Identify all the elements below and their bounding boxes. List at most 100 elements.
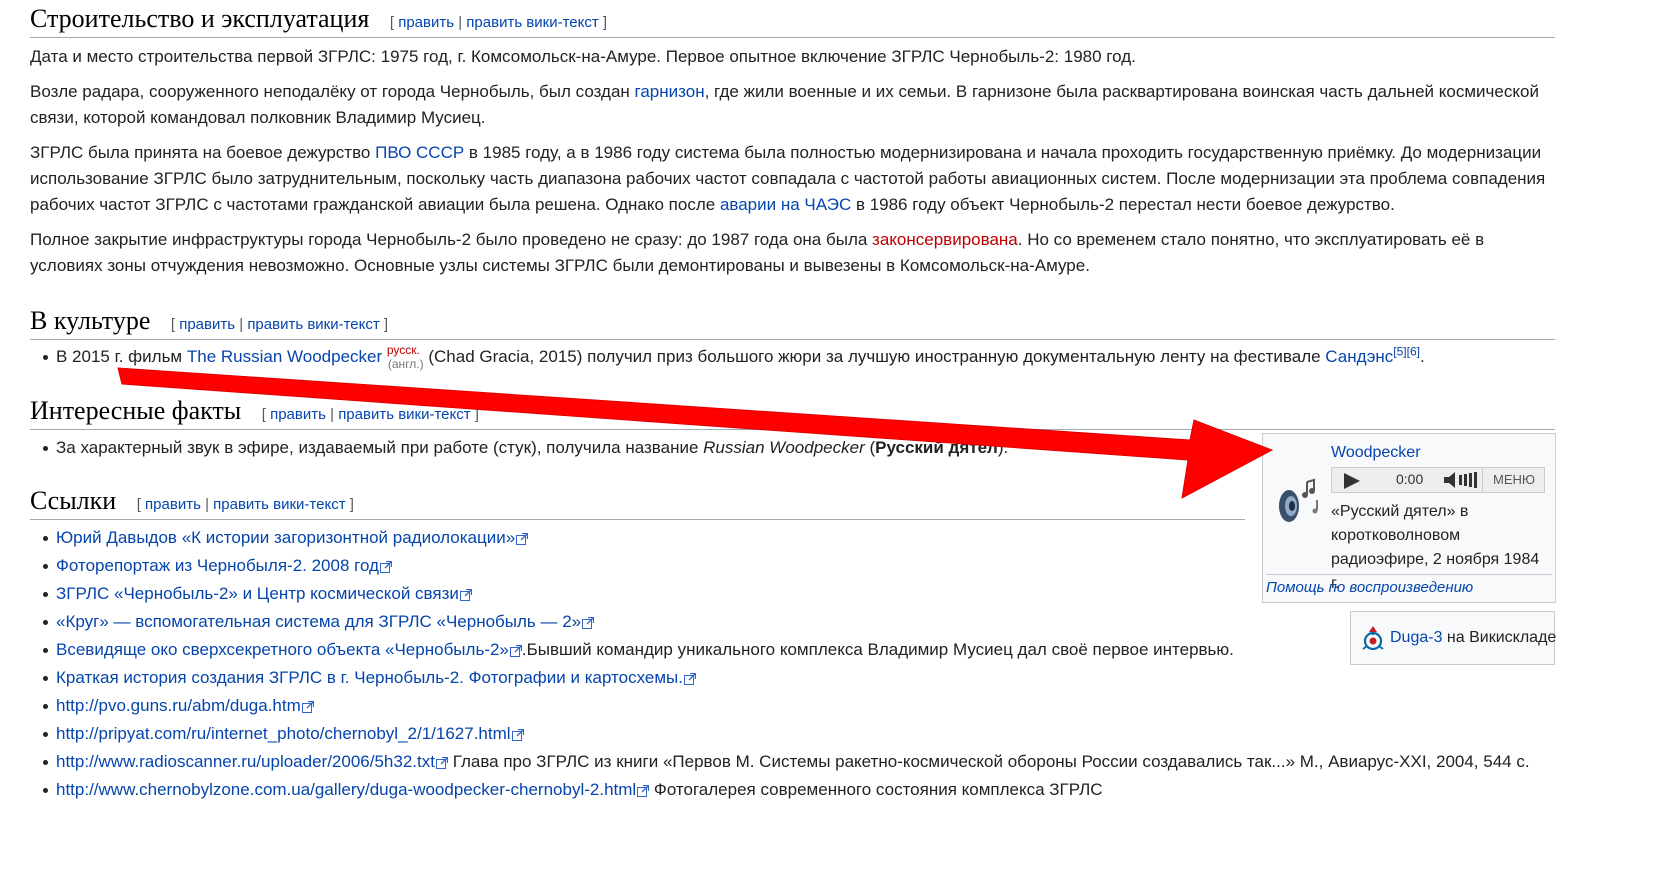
list-item: http://pripyat.com/ru/internet_photo/che…	[30, 720, 1555, 748]
external-link[interactable]: ЗГРЛС «Чернобыль-2» и Центр космической …	[56, 584, 459, 603]
link-pvo[interactable]: ПВО СССР	[375, 143, 464, 162]
audio-box: Woodpecker 0:00 МЕНЮ «Русский дятел» в к…	[1262, 433, 1556, 603]
separator: |	[239, 316, 244, 333]
edit-wiki-link[interactable]: править вики-текст	[466, 14, 598, 31]
ilh-ru[interactable]: русск.	[387, 343, 420, 357]
speaker-icon	[1279, 478, 1318, 522]
link-description: .Бывший командир уникального комплекса В…	[521, 640, 1234, 659]
ilh-en[interactable]: (англ.)	[388, 357, 424, 371]
external-link[interactable]: http://pvo.guns.ru/abm/duga.htm	[56, 696, 301, 715]
section-heading-culture: В культуре [ править | править вики-текс…	[30, 306, 1555, 340]
text: За характерный звук в эфире, издаваемый …	[56, 438, 704, 457]
bracket-open: [	[170, 316, 176, 333]
external-link-icon	[459, 588, 472, 601]
paragraph-1: Дата и место строительства первой ЗГРЛС:…	[30, 47, 1136, 66]
edit-section-links: [ править | править вики-текст ]	[137, 496, 354, 513]
list-item: В 2015 г. фильм The Russian Woodpecker р…	[30, 343, 1555, 371]
italic-text: Russian Woodpecker	[703, 438, 865, 457]
commons-link[interactable]: Duga-3	[1390, 629, 1442, 646]
edit-section-links: [ править | править вики-текст ]	[262, 406, 479, 423]
external-link-icon	[511, 728, 524, 741]
section-heading-text: В культуре	[30, 306, 151, 335]
bracket-open: [	[136, 496, 141, 513]
bold-text: Русский дятел	[875, 438, 998, 457]
volume-icon[interactable]	[1444, 472, 1478, 488]
text: .	[1419, 347, 1425, 366]
edit-wiki-link[interactable]: править вики-текст	[247, 316, 379, 333]
list-item: Всевидяще око сверхсекретного объекта «Ч…	[30, 636, 1555, 664]
audio-title-link[interactable]: Woodpecker	[1331, 444, 1421, 462]
playback-help-link[interactable]: Помощь по воспроизведению	[1266, 574, 1552, 596]
external-link-icon	[435, 756, 448, 769]
arrow-shape	[117, 367, 1274, 499]
bracket-close: ]	[383, 316, 389, 333]
paragraph-2: Возле радара, сооруженного неподалёку от…	[30, 79, 1555, 131]
link-russian-woodpecker[interactable]: The Russian Woodpecker	[187, 347, 382, 366]
list-item: http://www.radioscanner.ru/uploader/2006…	[30, 748, 1555, 776]
link-description: Фотогалерея современного состояния компл…	[649, 780, 1103, 799]
external-link-icon	[379, 560, 392, 573]
culture-list: В 2015 г. фильм The Russian Woodpecker р…	[30, 343, 1555, 371]
edit-section-links: [ править | править вики-текст ]	[390, 14, 607, 31]
link-chaes[interactable]: аварии на ЧАЭС	[720, 195, 851, 214]
section-heading-construction: Строительство и эксплуатация [ править |…	[30, 4, 1555, 38]
external-link[interactable]: http://pripyat.com/ru/internet_photo/che…	[56, 724, 511, 743]
menu-button[interactable]: МЕНЮ	[1482, 468, 1545, 492]
list-item: http://pvo.guns.ru/abm/duga.htm	[30, 692, 1555, 720]
bracket-close: ]	[602, 14, 608, 31]
section-heading-text: Интересные факты	[30, 396, 242, 425]
link-garrison[interactable]: гарнизон	[635, 82, 705, 101]
audio-player[interactable]: 0:00 МЕНЮ	[1331, 467, 1545, 493]
wikimedia-commons-icon	[1362, 626, 1384, 651]
external-link-icon	[301, 700, 314, 713]
edit-wiki-link[interactable]: править вики-текст	[213, 496, 345, 513]
redlink-conserved[interactable]: законсервирована	[872, 230, 1018, 249]
interlanguage-hint: русск.(англ.)	[387, 343, 424, 371]
time-display: 0:00	[1396, 471, 1424, 487]
edit-link[interactable]: править	[270, 406, 326, 423]
ref-5[interactable]: [5]	[1393, 344, 1406, 358]
external-link[interactable]: http://www.chernobylzone.com.ua/gallery/…	[56, 780, 636, 799]
section-heading-text: Ссылки	[30, 486, 117, 515]
separator: |	[330, 406, 335, 423]
list-item: http://www.chernobylzone.com.ua/gallery/…	[30, 776, 1555, 804]
text: (	[864, 438, 876, 457]
external-link-icon	[516, 532, 529, 545]
edit-link[interactable]: править	[145, 496, 201, 513]
external-link[interactable]: Всевидяще око сверхсекретного объекта «Ч…	[56, 640, 509, 659]
text: В 2015 г. фильм	[56, 347, 187, 366]
separator: |	[458, 14, 463, 31]
link-sundance[interactable]: Сандэнс	[1325, 347, 1393, 366]
text: Полное закрытие инфраструктуры города Че…	[30, 230, 873, 249]
play-icon[interactable]	[1344, 473, 1360, 489]
bracket-open: [	[261, 406, 266, 423]
separator: |	[205, 496, 209, 513]
external-link[interactable]: http://www.radioscanner.ru/uploader/2006…	[56, 752, 435, 771]
ref-6[interactable]: [6]	[1407, 344, 1420, 358]
commons-box: Duga-3 на Викискладе	[1350, 611, 1557, 665]
edit-wiki-link[interactable]: править вики-текст	[338, 406, 470, 423]
section-heading-links: Ссылки [ править | править вики-текст ]	[30, 486, 1245, 520]
paragraph-4: Полное закрытие инфраструктуры города Че…	[30, 227, 1555, 279]
paragraph-3: ЗГРЛС была принята на боевое дежурство П…	[30, 140, 1555, 218]
external-link-icon	[582, 616, 595, 629]
text: на Викискладе	[1442, 629, 1557, 646]
bracket-open: [	[389, 14, 395, 31]
list-item: «Круг» — вспомогательная система для ЗГР…	[30, 608, 1555, 636]
edit-link[interactable]: править	[398, 14, 454, 31]
external-link[interactable]: «Круг» — вспомогательная система для ЗГР…	[56, 612, 581, 631]
bracket-close: ]	[349, 496, 354, 513]
text: в 1986 году объект Чернобыль-2 перестал …	[851, 195, 1395, 214]
external-link[interactable]: Фоторепортаж из Чернобыля-2. 2008 год	[56, 556, 379, 575]
bracket-close: ]	[474, 406, 479, 423]
external-link-icon	[684, 672, 696, 685]
edit-link[interactable]: править	[179, 316, 235, 333]
text: Возле радара, сооруженного неподалёку от…	[30, 82, 635, 101]
text: ЗГРЛС была принята на боевое дежурство	[30, 143, 376, 162]
external-link[interactable]: Юрий Давыдов «К истории загоризонтной ра…	[56, 528, 515, 547]
list-item: Краткая история создания ЗГРЛС в г. Черн…	[30, 664, 1555, 692]
section-heading-facts: Интересные факты [ править | править вик…	[30, 396, 1555, 430]
edit-section-links: [ править | править вики-текст ]	[171, 316, 388, 333]
external-link[interactable]: Краткая история создания ЗГРЛС в г. Черн…	[56, 668, 683, 687]
external-link-icon	[509, 644, 522, 657]
